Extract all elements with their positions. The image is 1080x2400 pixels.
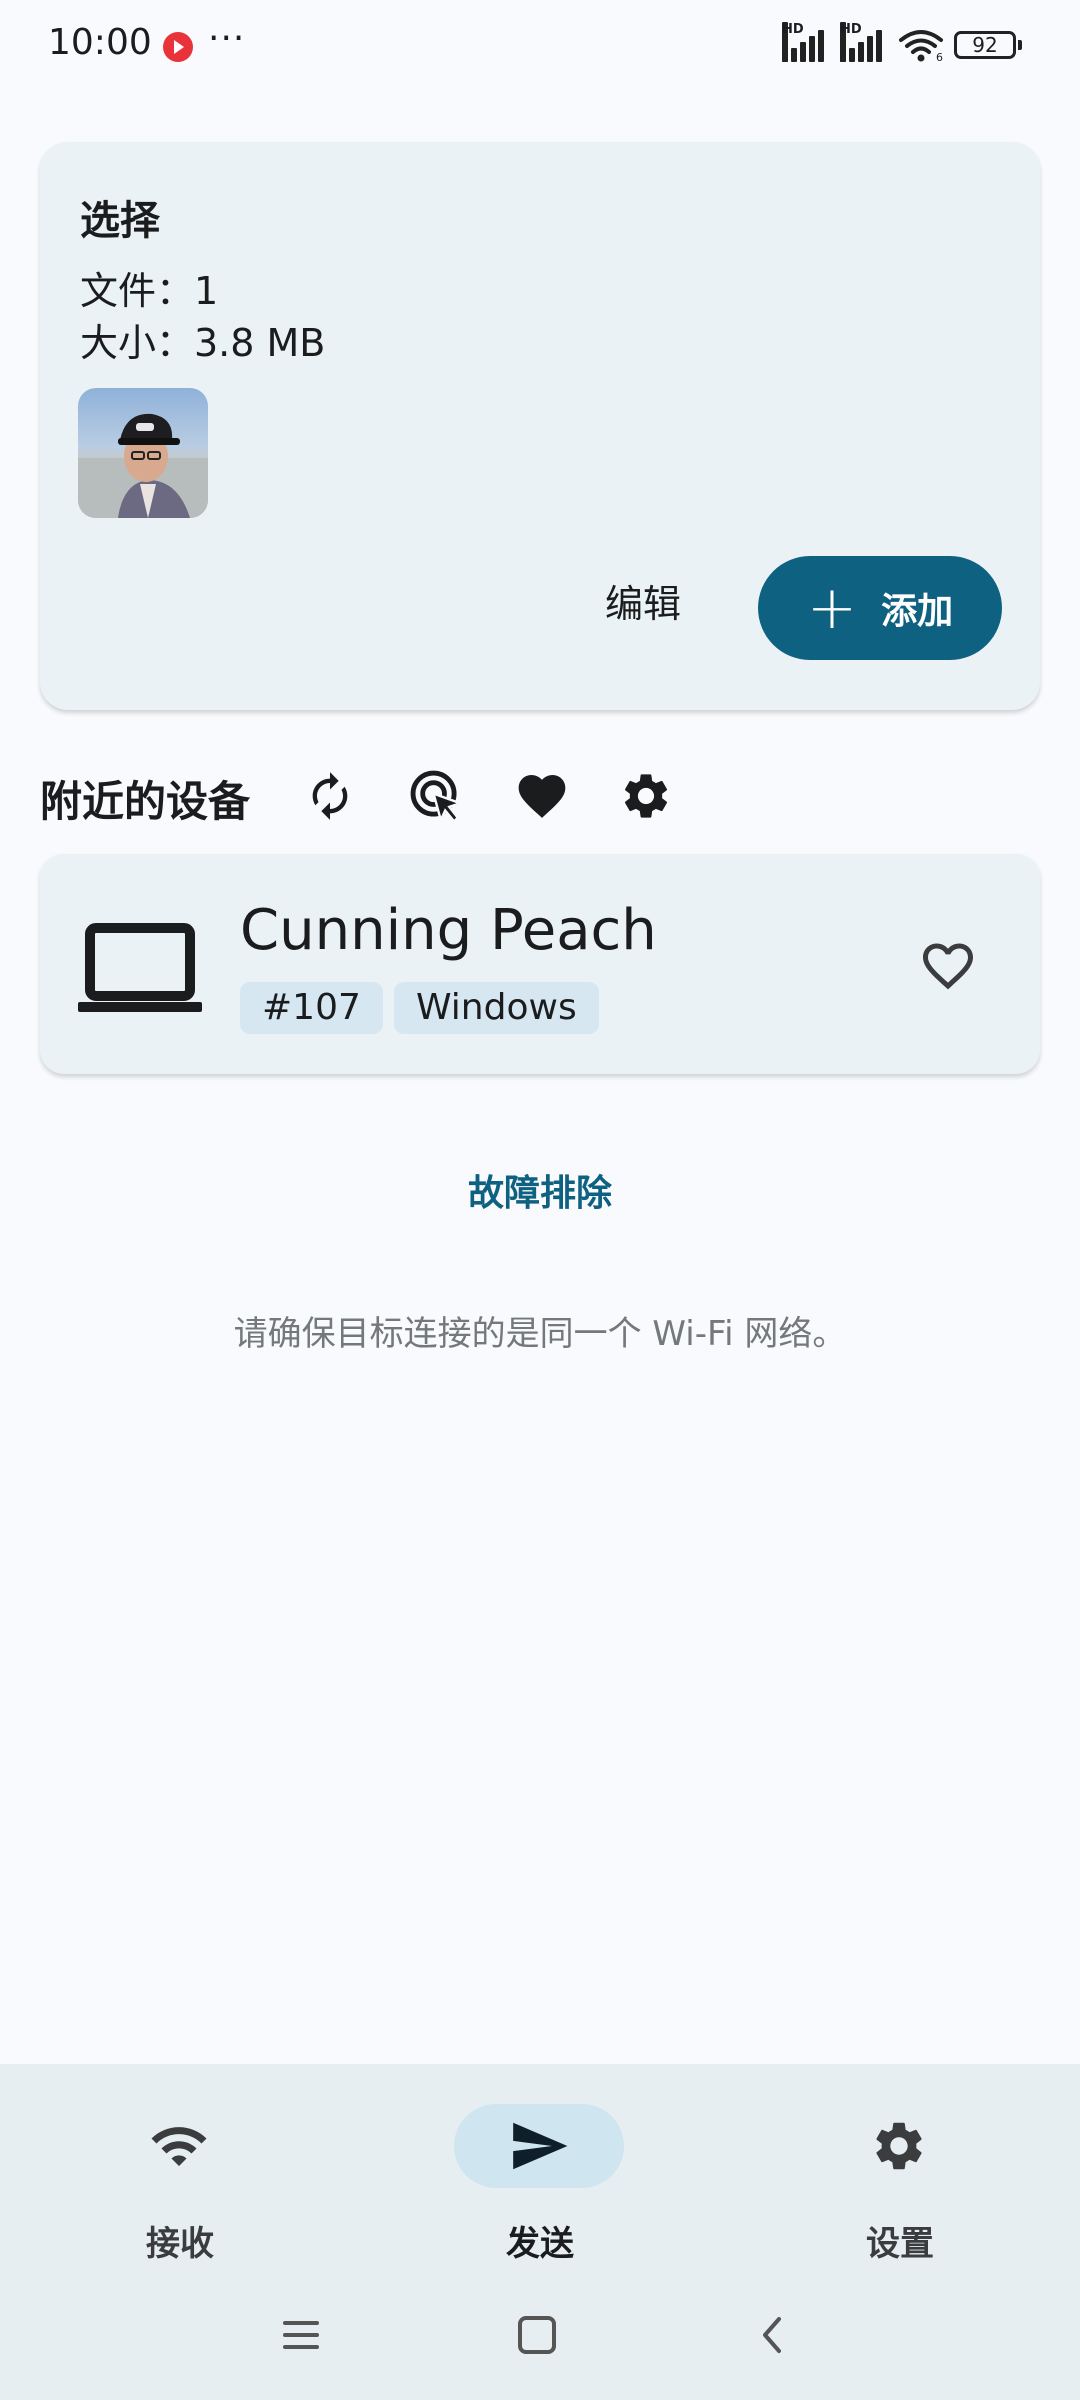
nav-label-settings: 设置 [866, 2224, 934, 2264]
device-id-tag: #107 [240, 982, 383, 1034]
device-os-tag: Windows [394, 982, 599, 1034]
screen-record-icon [163, 32, 193, 62]
nav-item-settings[interactable]: 设置 [800, 2104, 1000, 2264]
status-time: 10:00 [48, 22, 152, 63]
nav-item-send[interactable]: 发送 [440, 2104, 640, 2264]
app-screen: 10:00 ··· HD HD 6 92 选择 文件：1 大小：3.8 MB 编… [0, 0, 1080, 2400]
troubleshoot-link[interactable]: 故障排除 [0, 1164, 1080, 1216]
network-hint-text: 请确保目标连接的是同一个 Wi-Fi 网络。 [233, 1314, 847, 1354]
selected-file-thumbnail[interactable] [78, 388, 208, 518]
system-navigation-bar [0, 2290, 1080, 2380]
home-icon[interactable] [502, 2300, 572, 2370]
laptop-icon [78, 923, 202, 1012]
device-card[interactable]: Cunning Peach #107 Windows [40, 854, 1040, 1074]
files-count: 文件：1 [80, 269, 219, 313]
device-name: Cunning Peach [240, 898, 657, 963]
cell-signal-icon-2: HD [840, 22, 888, 62]
nearby-devices-title: 附近的设备 [40, 777, 251, 826]
wifi-status-icon: 6 [899, 30, 943, 62]
plus-icon: + [806, 573, 858, 643]
nav-item-receive[interactable]: 接收 [80, 2104, 280, 2264]
target-cursor-icon[interactable] [404, 764, 468, 828]
heart-icon[interactable] [510, 764, 574, 828]
cell-signal-icon: HD [782, 22, 830, 62]
gear-icon [876, 2122, 922, 2170]
status-bar: 10:00 ··· HD HD 6 92 [0, 0, 1080, 92]
refresh-icon[interactable] [298, 764, 362, 828]
menu-icon[interactable] [266, 2300, 336, 2370]
wifi-icon [151, 2127, 207, 2166]
nav-label-send: 发送 [506, 2224, 574, 2264]
add-button[interactable]: + 添加 [758, 556, 1002, 660]
nav-pill-settings [814, 2104, 984, 2188]
back-icon[interactable] [738, 2300, 808, 2370]
add-button-label: 添加 [881, 591, 954, 632]
files-size: 大小：3.8 MB [80, 321, 326, 365]
nav-label-receive: 接收 [146, 2224, 214, 2264]
selection-card: 选择 文件：1 大小：3.8 MB 编辑 + 添加 [40, 142, 1040, 710]
nav-pill-send [454, 2104, 624, 2188]
battery-icon: 92 [954, 31, 1022, 59]
selection-title: 选择 [80, 198, 160, 244]
nav-pill-receive [94, 2104, 264, 2188]
send-icon [513, 2122, 568, 2170]
edit-button[interactable]: 编辑 [568, 560, 718, 640]
favorite-heart-outline-icon[interactable] [908, 926, 988, 1006]
gear-icon[interactable] [614, 764, 678, 828]
svg-text:6: 6 [936, 51, 943, 62]
more-notifications-icon: ··· [208, 18, 246, 59]
status-icons: HD HD 6 92 [782, 22, 1022, 62]
